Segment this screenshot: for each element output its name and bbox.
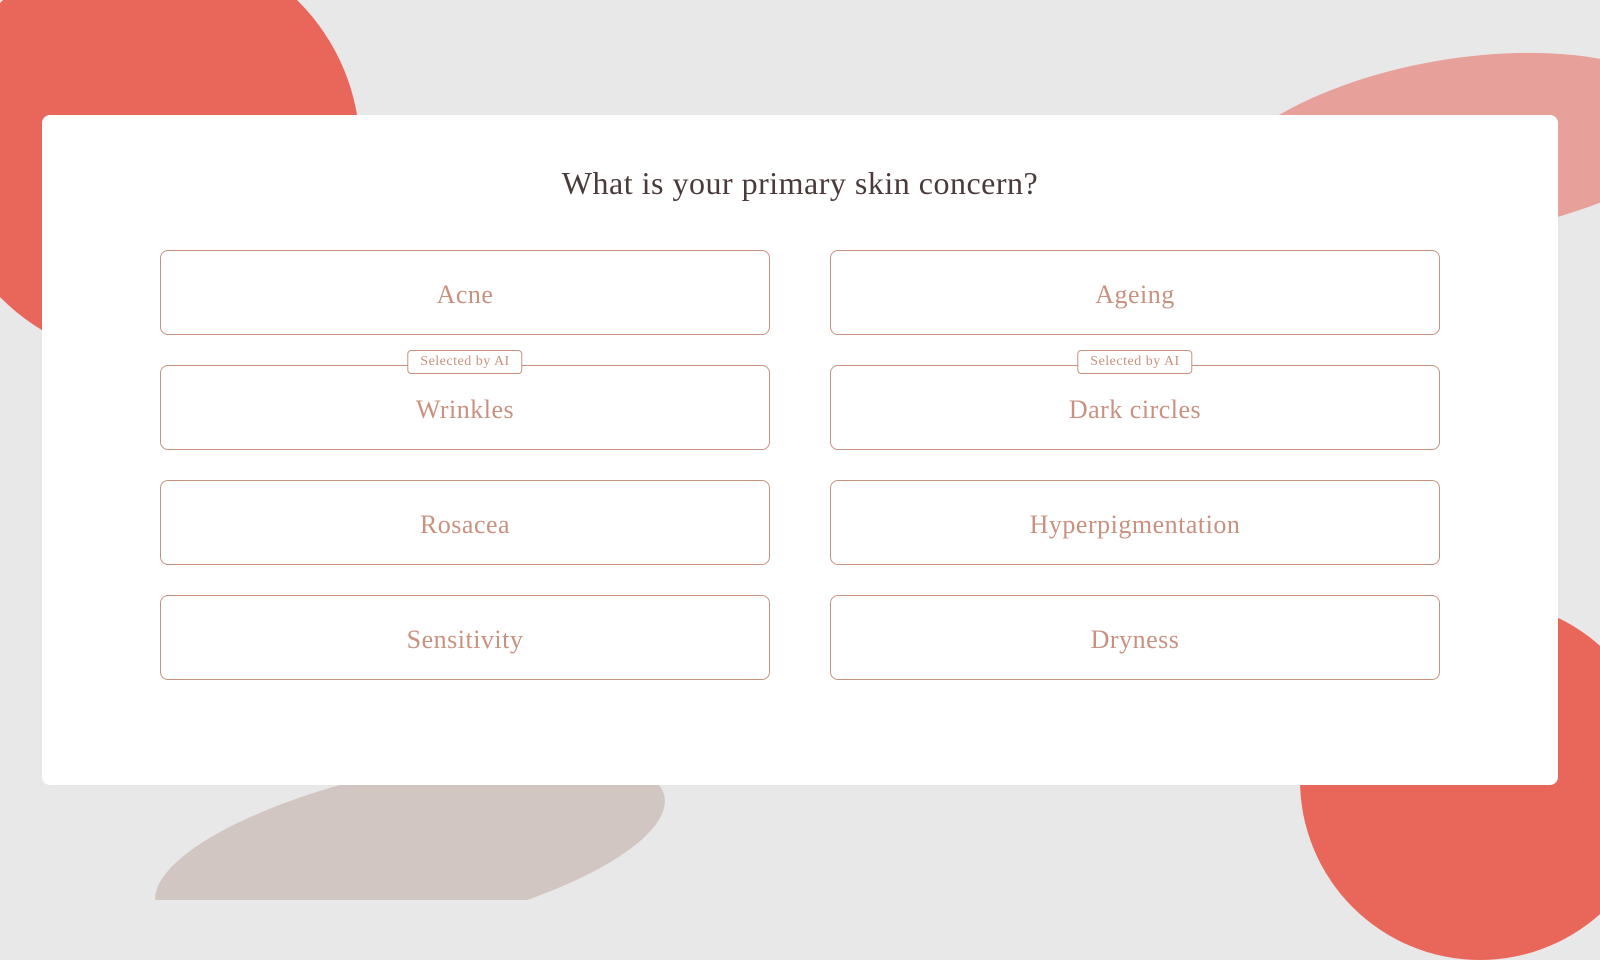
option-acne[interactable]: Acne [160, 250, 770, 335]
option-label-ageing: Ageing [1095, 280, 1175, 310]
option-label-sensitivity: Sensitivity [407, 625, 524, 655]
ai-badge-dark-circles: Selected by AI [1077, 350, 1192, 374]
option-hyperpigmentation[interactable]: Hyperpigmentation [830, 480, 1440, 565]
option-label-wrinkles: Wrinkles [416, 395, 514, 425]
option-label-dryness: Dryness [1091, 625, 1180, 655]
page-title: What is your primary skin concern? [562, 165, 1038, 202]
ai-badge-wrinkles: Selected by AI [407, 350, 522, 374]
main-card: What is your primary skin concern? Acne A… [42, 115, 1558, 785]
option-ageing[interactable]: Ageing [830, 250, 1440, 335]
options-grid: AcneAgeingSelected by AIWrinklesSelected… [160, 250, 1440, 680]
option-dark-circles[interactable]: Selected by AIDark circles [830, 365, 1440, 450]
option-sensitivity[interactable]: Sensitivity [160, 595, 770, 680]
option-label-hyperpigmentation: Hyperpigmentation [1030, 510, 1241, 540]
option-label-acne: Acne [437, 280, 494, 310]
option-label-rosacea: Rosacea [420, 510, 510, 540]
option-label-dark-circles: Dark circles [1069, 395, 1201, 425]
option-dryness[interactable]: Dryness [830, 595, 1440, 680]
option-rosacea[interactable]: Rosacea [160, 480, 770, 565]
option-wrinkles[interactable]: Selected by AIWrinkles [160, 365, 770, 450]
